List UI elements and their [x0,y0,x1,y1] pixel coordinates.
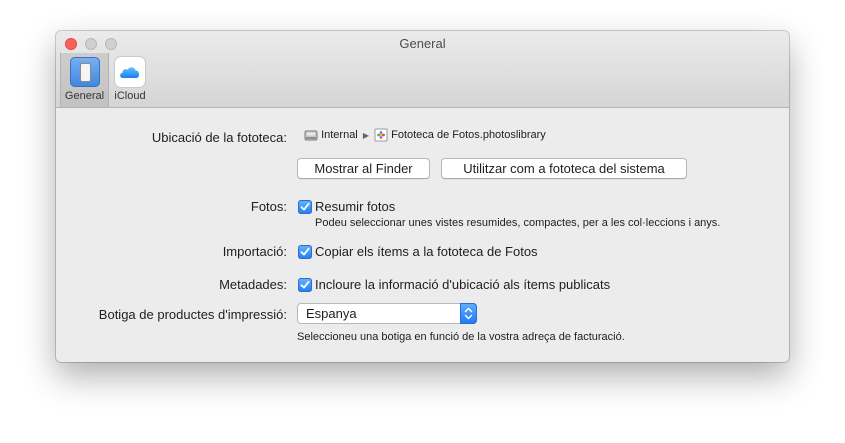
title-bar: General General iCloud [56,31,789,108]
tab-general-label: General [64,90,105,102]
path-volume-name: Internal [321,129,358,141]
tab-icloud[interactable]: iCloud [110,53,150,107]
library-location-label: Ubicació de la fototeca: [151,130,287,145]
photos-label: Fotos: [250,199,287,214]
copy-items-label[interactable]: Copiar els ítems a la fototeca de Fotos [315,244,538,259]
summarize-photos-checkbox[interactable] [298,200,312,214]
importing-label: Importació: [222,244,287,259]
internal-drive-icon [304,130,318,141]
tab-general[interactable]: General [60,53,109,107]
summarize-photos-label[interactable]: Resumir fotos [315,199,395,214]
print-store-selected-value: Espanya [306,306,357,321]
library-path[interactable]: Internal ▶ Fototeca de Fotos.photoslibra… [304,128,546,144]
include-location-label[interactable]: Incloure la informació d'ubicació als ít… [315,277,610,292]
path-separator-icon: ▶ [362,130,369,140]
photos-library-icon [374,128,388,142]
preferences-window: General General iCloud Ubicació de la fo… [56,31,789,362]
print-store-select[interactable]: Espanya [297,303,477,324]
window-title: General [399,36,446,51]
general-icon [69,57,100,87]
use-as-system-library-button[interactable]: Utilitzar com a fototeca del sistema [441,158,687,179]
print-store-label: Botiga de productes d'impressió: [98,307,287,322]
include-location-checkbox[interactable] [298,278,312,292]
metadata-label: Metadades: [219,277,287,292]
copy-items-checkbox[interactable] [298,245,312,259]
path-library-name: Fototeca de Fotos.photoslibrary [391,129,546,141]
tab-icloud-label: iCloud [114,90,146,102]
chevron-up-down-icon [460,303,477,324]
show-in-finder-button[interactable]: Mostrar al Finder [297,158,430,179]
icloud-icon [115,57,145,87]
summarize-photos-note: Podeu seleccionar unes vistes resumides,… [315,217,721,229]
print-store-note: Seleccioneu una botiga en funció de la v… [297,331,625,343]
